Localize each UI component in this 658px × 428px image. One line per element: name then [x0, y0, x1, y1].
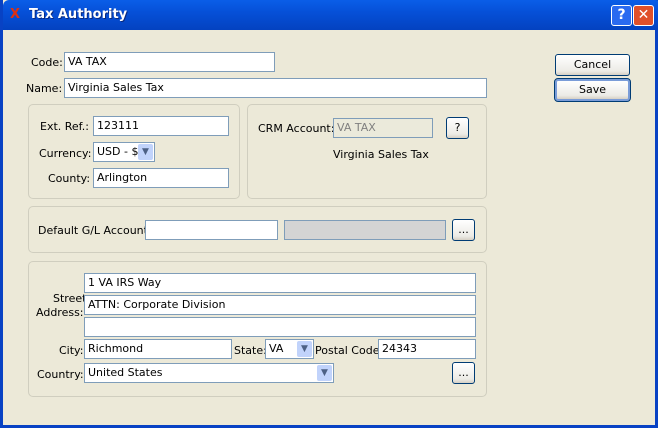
currency-value: USD - $	[97, 145, 139, 158]
gl-account-input[interactable]	[145, 220, 278, 240]
address-line3-input[interactable]	[84, 317, 476, 337]
postal-code-input[interactable]: 24343	[378, 339, 476, 359]
ext-ref-input[interactable]: 123111	[93, 116, 229, 136]
state-select[interactable]: VA ▼	[265, 339, 314, 359]
county-input[interactable]: Arlington	[93, 168, 229, 188]
street-label-line1: Street	[53, 292, 87, 305]
chevron-down-icon[interactable]: ▼	[317, 365, 332, 381]
tax-authority-window: X Tax Authority ? ✕ Code: VA TAX Name: V…	[0, 0, 658, 428]
name-input[interactable]: Virginia Sales Tax	[64, 78, 487, 98]
chevron-down-icon[interactable]: ▼	[297, 341, 312, 357]
currency-select[interactable]: USD - $ ▼	[93, 142, 155, 162]
cancel-button[interactable]: Cancel	[555, 54, 630, 76]
crm-account-name: Virginia Sales Tax	[333, 148, 429, 161]
help-button[interactable]: ?	[611, 5, 632, 26]
address-line1-input[interactable]: 1 VA IRS Way	[84, 273, 476, 293]
title-bar[interactable]: X Tax Authority ? ✕	[3, 0, 658, 30]
county-label: County:	[48, 172, 91, 185]
state-label: State:	[234, 344, 267, 357]
country-label: Country:	[37, 368, 84, 381]
crm-help-button[interactable]: ?	[446, 117, 469, 139]
crm-account-label: CRM Account:	[258, 122, 335, 135]
chevron-down-icon[interactable]: ▼	[138, 144, 153, 160]
city-input[interactable]: Richmond	[84, 339, 232, 359]
address-line2-input[interactable]: ATTN: Corporate Division	[84, 295, 476, 315]
name-label: Name:	[26, 82, 63, 95]
country-select[interactable]: United States ▼	[84, 363, 334, 383]
save-button[interactable]: Save	[554, 78, 631, 102]
gl-account-description	[284, 220, 446, 240]
gl-account-label: Default G/L Account:	[38, 224, 152, 237]
code-label: Code:	[31, 56, 63, 69]
ext-ref-label: Ext. Ref.:	[40, 120, 89, 133]
country-value: United States	[88, 366, 163, 379]
state-value: VA	[269, 342, 284, 355]
crm-account-input[interactable]: VA TAX	[333, 118, 433, 138]
close-button[interactable]: ✕	[633, 5, 654, 26]
app-logo-icon: X	[10, 7, 21, 22]
window-title: Tax Authority	[29, 7, 128, 22]
gl-browse-button[interactable]: ...	[452, 219, 475, 241]
currency-label: Currency:	[39, 147, 92, 160]
city-label: City:	[59, 344, 84, 357]
postal-code-label: Postal Code:	[315, 344, 384, 357]
code-input[interactable]: VA TAX	[64, 52, 275, 72]
street-label-line2: Address:	[36, 306, 84, 319]
address-browse-button[interactable]: ...	[452, 362, 475, 384]
